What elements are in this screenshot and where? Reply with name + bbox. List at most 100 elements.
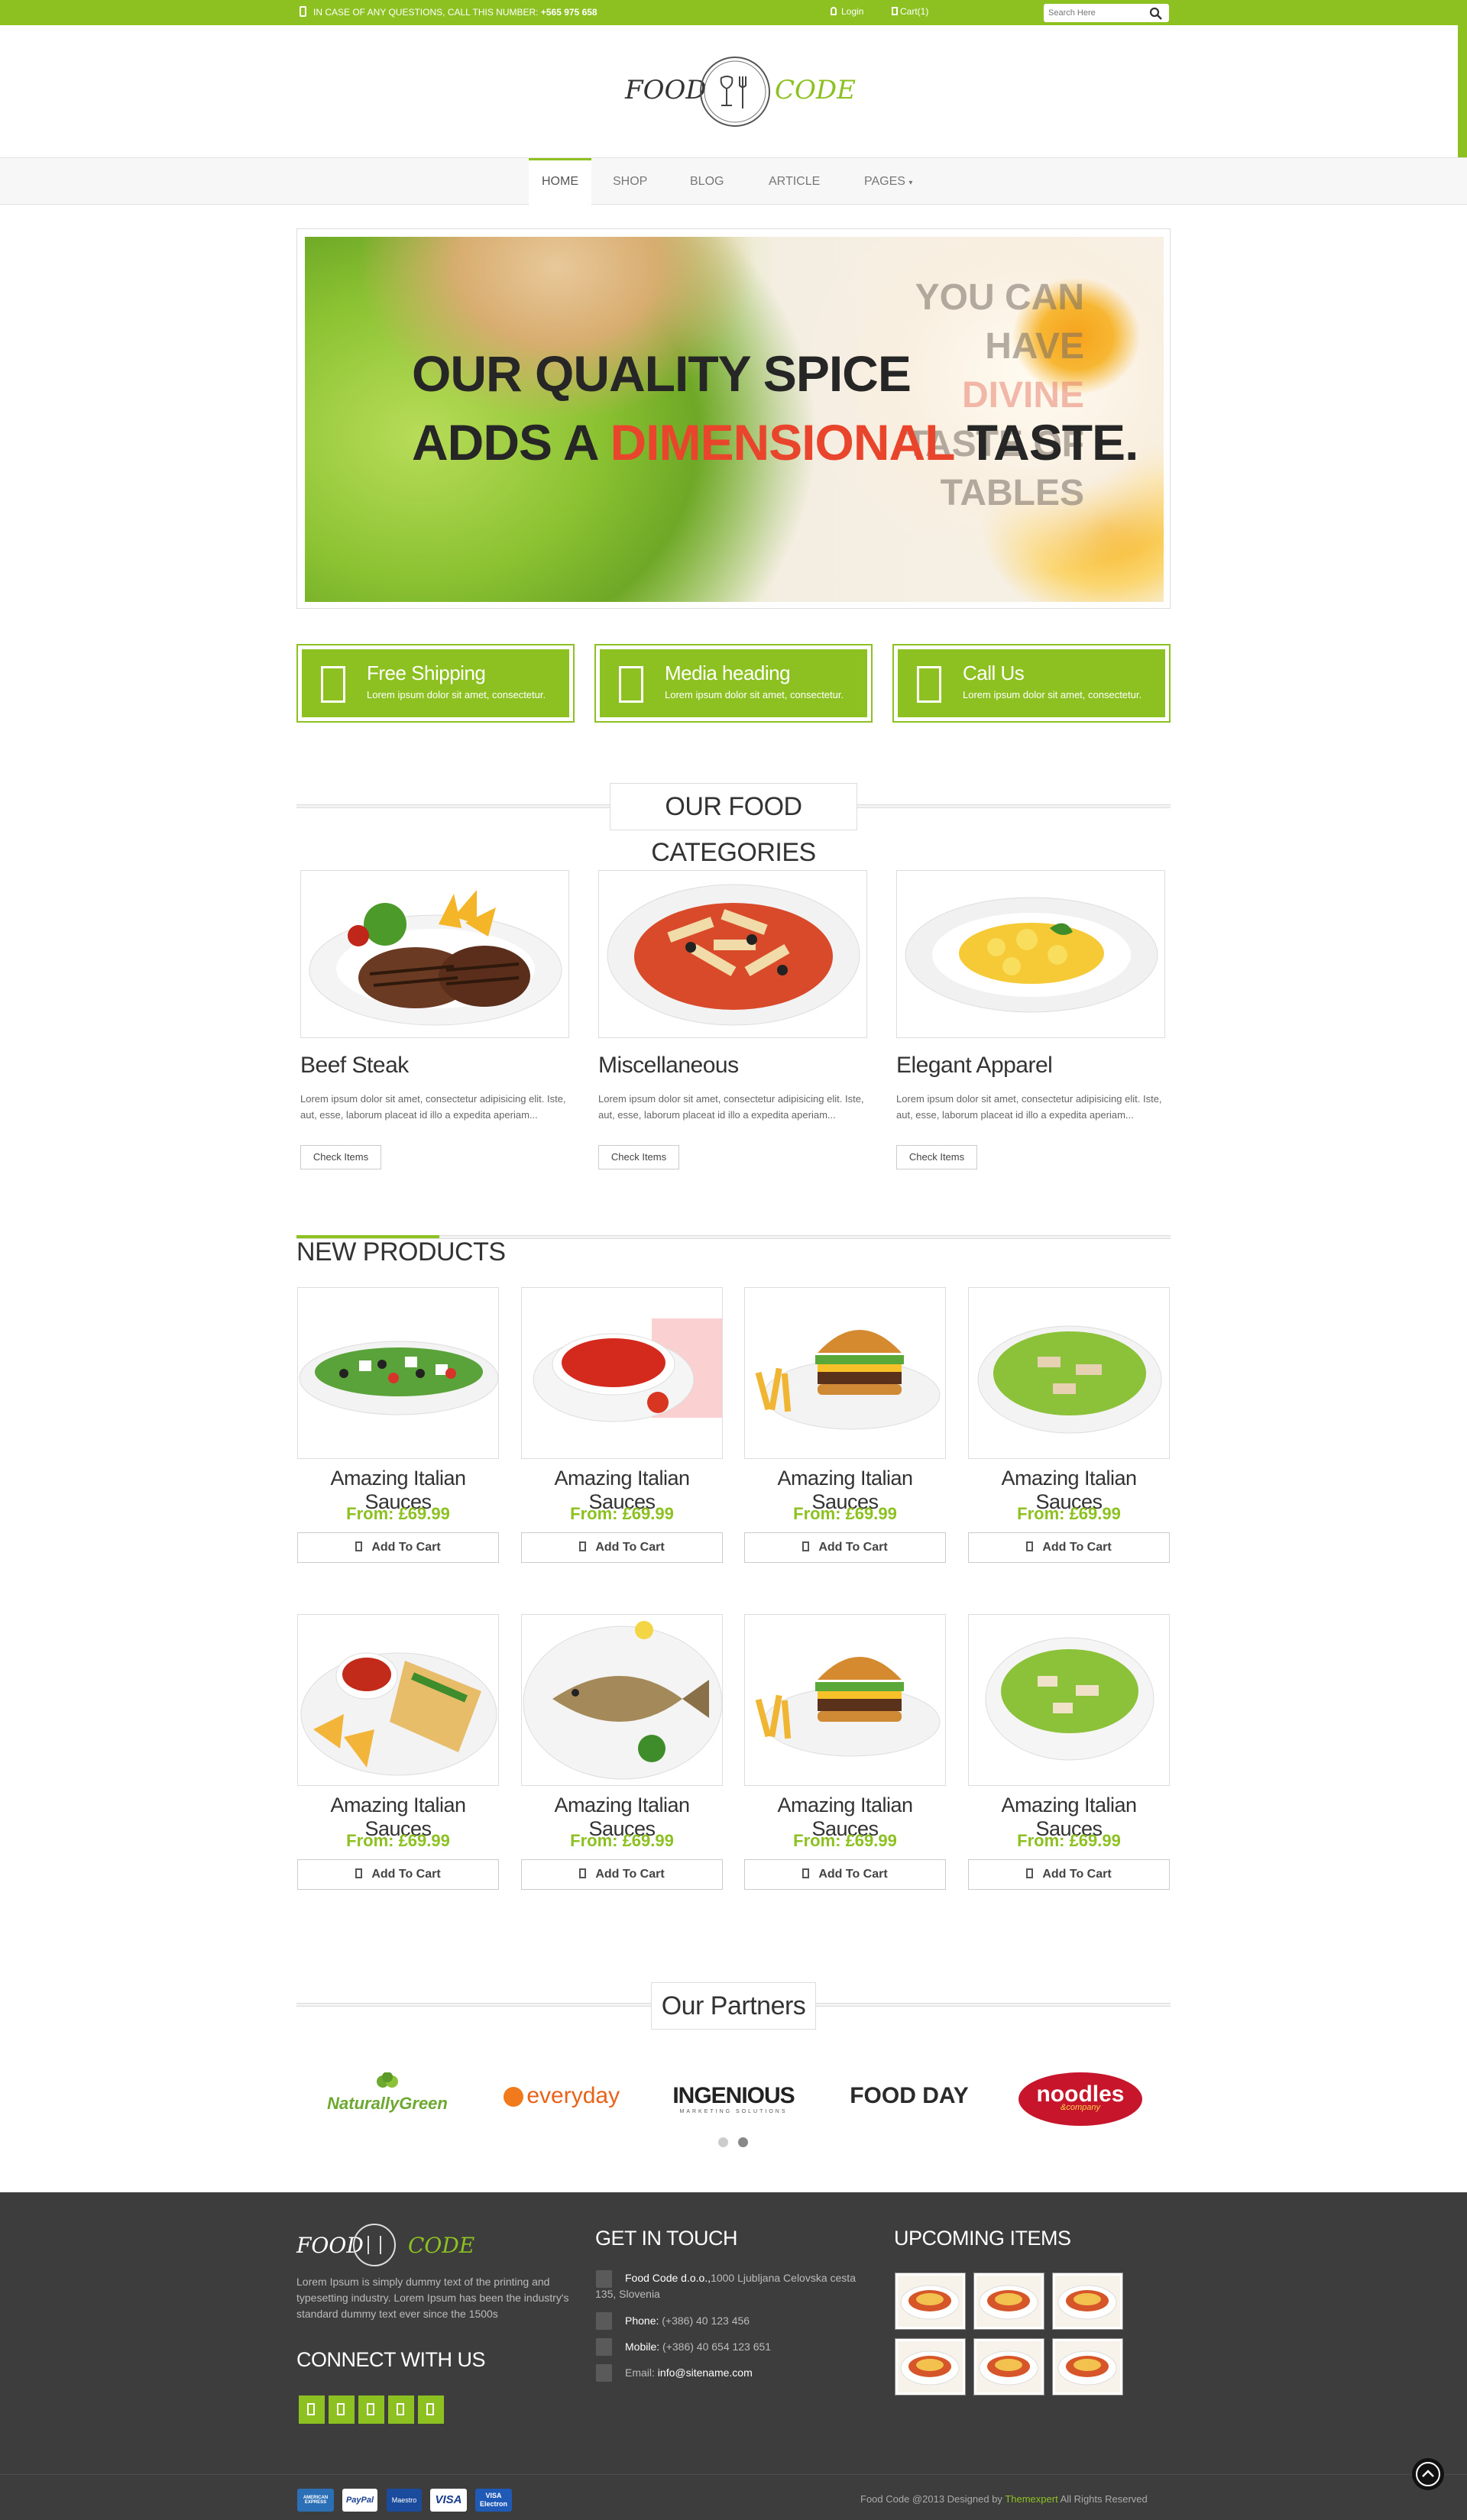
twitter-button[interactable]	[329, 2395, 355, 2424]
caesar-salad-image	[977, 1325, 1162, 1434]
rss-button[interactable]	[418, 2395, 444, 2424]
nav-home[interactable]: HOME	[529, 158, 591, 205]
burger-image	[755, 1330, 941, 1430]
hero-highlight: DIMENSIONAL	[610, 414, 954, 471]
partner-ingenious-logo[interactable]: INGENIOUS MARKETING SOLUTIONS	[659, 2066, 808, 2127]
back-to-top-button[interactable]	[1412, 2458, 1444, 2490]
designer-link[interactable]: Themexpert	[1005, 2493, 1057, 2505]
partner-foodday-logo[interactable]: FOOD DAY	[840, 2066, 978, 2127]
partner-name: NaturallyGreen	[327, 2094, 448, 2113]
footer-divider	[0, 2474, 1467, 2475]
phone-icon	[596, 2312, 612, 2330]
partner-noodles-logo[interactable]: noodles &company	[1018, 2066, 1142, 2127]
facebook-button[interactable]	[299, 2395, 325, 2424]
product-image[interactable]	[968, 1287, 1170, 1459]
product-image[interactable]	[744, 1287, 946, 1459]
arrow-up-icon	[1416, 2462, 1440, 2486]
email-link[interactable]: info@sitename.com	[658, 2366, 753, 2379]
login-link[interactable]: Login	[831, 6, 863, 17]
feature-call-us[interactable]: Call Us Lorem ipsum dolor sit amet, cons…	[892, 644, 1171, 723]
check-items-button[interactable]: Check Items	[598, 1145, 679, 1169]
footer-logo[interactable]: FOOD CODE	[296, 2219, 474, 2273]
partner-naturallygreen-logo[interactable]: NaturallyGreen	[315, 2066, 460, 2127]
partner-name: everyday	[526, 2083, 620, 2108]
linkedin-icon	[397, 2403, 404, 2415]
mobile-value: (+386) 40 654 123 651	[662, 2340, 772, 2353]
contact-phone: Phone: (+386) 40 123 456	[625, 2313, 750, 2329]
search-input[interactable]	[1044, 4, 1143, 22]
add-to-cart-button[interactable]: Add To Cart	[968, 1859, 1170, 1890]
product-image[interactable]	[744, 1614, 946, 1786]
category-name[interactable]: Elegant Apparel	[896, 1053, 1053, 1079]
add-to-cart-button[interactable]: Add To Cart	[521, 1532, 723, 1563]
carousel-dot[interactable]	[718, 2137, 728, 2147]
site-logo[interactable]: FOOD CODE	[625, 53, 856, 130]
check-items-button[interactable]: Check Items	[300, 1145, 381, 1169]
nav-blog[interactable]: BLOG	[690, 158, 724, 205]
category-name[interactable]: Beef Steak	[300, 1053, 409, 1079]
cart-link[interactable]: Cart(1)	[892, 6, 928, 17]
hero-line-2b: TASTE.	[967, 414, 1139, 471]
add-to-cart-label: Add To Cart	[818, 1541, 888, 1554]
pizza-thumb-image	[900, 2350, 960, 2386]
amex-card-icon: AMERICAN EXPRESS	[297, 2489, 334, 2512]
nav-pages[interactable]: PAGES ▾	[864, 158, 912, 205]
cart-icon	[355, 1541, 363, 1551]
carousel-dot-active[interactable]	[738, 2137, 748, 2147]
category-image-miscellaneous[interactable]	[598, 870, 867, 1038]
partner-sub: MARKETING SOLUTIONS	[679, 2109, 788, 2114]
product-image[interactable]	[297, 1614, 499, 1786]
linkedin-button[interactable]	[388, 2395, 414, 2424]
login-label: Login	[841, 6, 864, 17]
add-to-cart-button[interactable]: Add To Cart	[744, 1859, 946, 1890]
mobile-icon	[596, 2338, 612, 2356]
add-to-cart-button[interactable]: Add To Cart	[297, 1859, 499, 1890]
add-to-cart-button[interactable]: Add To Cart	[521, 1859, 723, 1890]
maestro-card-icon: Maestro	[387, 2489, 422, 2512]
nav-shop[interactable]: SHOP	[613, 158, 647, 205]
envelope-icon	[596, 2364, 612, 2382]
visa-electron-card-icon: VISA Electron	[475, 2489, 512, 2512]
search-icon[interactable]	[1149, 7, 1163, 21]
upcoming-item-thumb[interactable]	[973, 2338, 1044, 2395]
google-plus-button[interactable]	[358, 2395, 384, 2424]
add-to-cart-button[interactable]: Add To Cart	[744, 1532, 946, 1563]
category-image-elegant-apparel[interactable]	[896, 870, 1165, 1038]
product-image[interactable]	[968, 1614, 1170, 1786]
category-image-beef-steak[interactable]	[300, 870, 569, 1038]
feature-title: Call Us	[963, 662, 1025, 684]
fish-image	[523, 1621, 722, 1780]
product-image[interactable]	[297, 1287, 499, 1459]
add-to-cart-button[interactable]: Add To Cart	[968, 1532, 1170, 1563]
footer-about-text: Lorem Ipsum is simply dummy text of the …	[296, 2276, 569, 2320]
upcoming-item-thumb[interactable]	[895, 2338, 966, 2395]
sun-icon	[503, 2087, 523, 2107]
pizza-thumb-image	[900, 2285, 960, 2320]
upcoming-item-thumb[interactable]	[1052, 2338, 1123, 2395]
hero-slider[interactable]: YOU CAN HAVE DIVINE TASTE OF TABLES OUR …	[296, 228, 1171, 609]
nav-article[interactable]: ARTICLE	[769, 158, 820, 205]
upcoming-item-thumb[interactable]	[895, 2273, 966, 2330]
product-image[interactable]	[521, 1614, 723, 1786]
add-to-cart-button[interactable]: Add To Cart	[297, 1532, 499, 1563]
paypal-card-icon: PayPal	[342, 2489, 377, 2512]
feature-free-shipping[interactable]: Free Shipping Lorem ipsum dolor sit amet…	[296, 644, 575, 723]
upcoming-item-thumb[interactable]	[1052, 2273, 1123, 2330]
product-price: From: £69.99	[793, 1504, 897, 1523]
product-image[interactable]	[521, 1287, 723, 1459]
pasta-plate-image	[607, 884, 860, 1026]
hero-line-2: ADDS A DIMENSIONAL TASTE.	[412, 417, 1138, 467]
add-to-cart-label: Add To Cart	[595, 1868, 665, 1881]
steak-plate-image	[309, 890, 562, 1026]
feature-media-heading[interactable]: Media heading Lorem ipsum dolor sit amet…	[594, 644, 873, 723]
hero-ghost-line: TABLES	[940, 473, 1084, 513]
salad-bowl-image	[985, 1637, 1154, 1761]
feature-title: Free Shipping	[367, 662, 486, 684]
category-name[interactable]: Miscellaneous	[598, 1053, 739, 1079]
upcoming-item-thumb[interactable]	[973, 2273, 1044, 2330]
facebook-icon	[307, 2403, 315, 2415]
main-nav: HOME SHOP BLOG ARTICLE PAGES ▾	[0, 157, 1467, 205]
partner-everyday-logo[interactable]: everyday	[493, 2066, 630, 2127]
check-items-button[interactable]: Check Items	[896, 1145, 977, 1169]
phone-label: Phone:	[625, 2315, 659, 2327]
